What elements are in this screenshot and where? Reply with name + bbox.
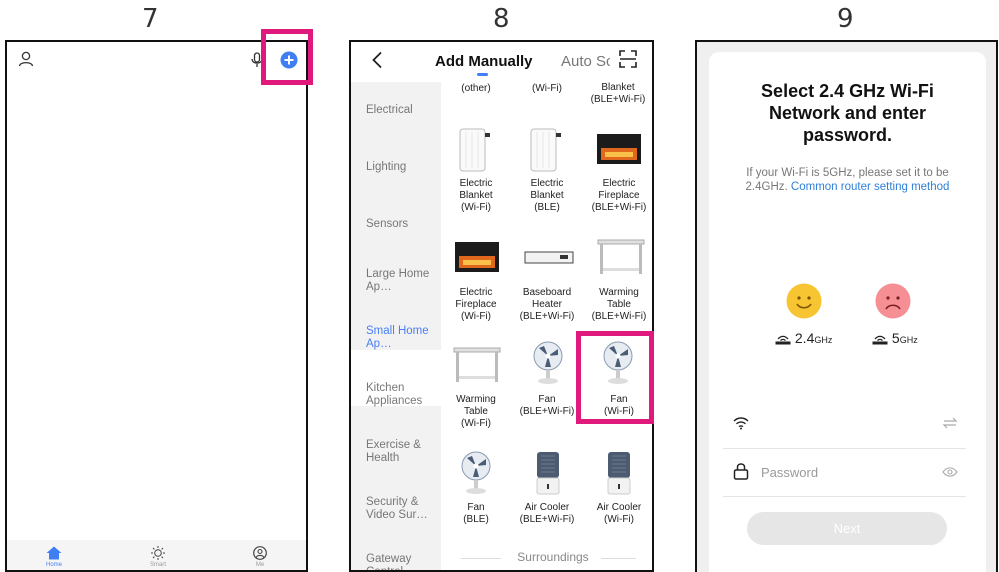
section-divider-left [461, 558, 501, 559]
category-security-video[interactable]: Security & Video Sur… [366, 496, 438, 522]
category-sidebar: Electrical Lighting Sensors Large Home A… [351, 82, 441, 570]
air-cooler-icon [536, 452, 560, 495]
next-button[interactable]: Next [747, 512, 947, 545]
device-label: Warming Table (BLE+Wi-Fi) [591, 287, 647, 322]
bottom-tab-bar: Home Smart Me [7, 540, 306, 570]
fan-icon [533, 341, 563, 384]
switch-arrows-icon[interactable] [942, 417, 958, 429]
tab-smart[interactable]: Smart [138, 546, 178, 568]
category-kitchen-appliances[interactable]: Kitchen Appliances [366, 382, 438, 408]
page-title: Select 2.4 GHz Wi-Fi Network and enter p… [761, 81, 934, 145]
tab-home[interactable]: Home [34, 546, 74, 568]
device-label: Electric Fireplace (Wi-Fi) [455, 287, 497, 322]
scan-icon[interactable] [619, 50, 637, 73]
device-label: Electric Blanket (Wi-Fi) [459, 178, 493, 213]
device-partial-label-1: (other) [461, 83, 491, 94]
device-label: Baseboard Heater (BLE+Wi-Fi) [519, 287, 575, 322]
category-large-home-appliances[interactable]: Large Home Ap… [366, 268, 438, 294]
device-label: Warming Table (Wi-Fi) [456, 394, 496, 429]
tab-auto-scan[interactable]: Auto Sc [561, 53, 610, 70]
wifi-hint: If your Wi-Fi is 5GHz, please set it to … [731, 166, 964, 194]
fireplace-icon [597, 134, 641, 164]
wifi-icon [733, 417, 749, 430]
password-field[interactable]: Password [723, 452, 966, 497]
device-label: Air Cooler (BLE+Wi-Fi) [519, 502, 575, 525]
band-5ghz: 5GHz [872, 330, 918, 346]
tab-me[interactable]: Me [240, 546, 280, 568]
user-icon[interactable] [18, 51, 34, 72]
device-label: Fan (BLE+Wi-Fi) [519, 394, 575, 417]
band-5-unit: GHz [899, 335, 918, 345]
device-partial-label-2: (Wi-Fi) [532, 83, 562, 94]
band-5-value: 5 [891, 330, 900, 346]
router-icon [872, 335, 888, 345]
sun-icon [151, 546, 165, 560]
category-small-home-appliances[interactable]: Small Home Ap… [366, 325, 438, 351]
device-label: Air Cooler (Wi-Fi) [596, 502, 642, 525]
device-label: Fan (BLE) [463, 502, 489, 525]
category-gateway-control[interactable]: Gateway Control [366, 553, 438, 570]
phone-screen-home: Home Smart Me [5, 40, 308, 572]
device-label: Electric Fireplace (BLE+Wi-Fi) [591, 178, 647, 213]
electric-blanket-icon [459, 128, 490, 172]
back-chevron-icon[interactable] [371, 51, 383, 74]
band-24-value: 2.4 [794, 330, 815, 346]
category-lighting[interactable]: Lighting [366, 161, 438, 174]
fireplace-icon [455, 242, 499, 272]
step-number-7: 7 [142, 4, 159, 34]
happy-face-icon [786, 283, 822, 319]
wifi-name-field[interactable] [723, 404, 966, 449]
baseboard-heater-icon [524, 251, 574, 264]
router-icon [775, 335, 791, 345]
step-number-8: 8 [493, 4, 510, 34]
router-setting-link[interactable]: Common router setting method [791, 181, 950, 193]
device-label: Electric Blanket (BLE) [530, 178, 564, 213]
device-partial-label-3: Blanket (BLE+Wi-Fi) [590, 82, 646, 105]
section-title-surroundings: Surroundings [517, 550, 589, 564]
warming-table-icon [597, 239, 645, 274]
password-placeholder: Password [761, 465, 819, 480]
tab-indicator [477, 73, 488, 76]
tab-me-label: Me [255, 562, 265, 568]
step-number-9: 9 [837, 4, 854, 34]
eye-icon[interactable] [942, 466, 958, 478]
highlight-add-button [261, 29, 313, 85]
phone-screen-add-manually: Add Manually Auto Sc Electrical Lighting… [349, 40, 654, 572]
fan-icon [461, 451, 491, 494]
band-24ghz: 2.4GHz [775, 330, 832, 346]
air-cooler-icon [607, 452, 631, 495]
highlight-fan-wifi [576, 331, 654, 424]
wifi-setup-card: Select 2.4 GHz Wi-Fi Network and enter p… [709, 52, 986, 572]
tab-home-label: Home [45, 562, 62, 568]
home-icon [46, 546, 62, 560]
tab-smart-label: Smart [149, 562, 166, 568]
tab-add-manually[interactable]: Add Manually [435, 53, 533, 70]
lock-icon [733, 463, 749, 480]
sad-face-icon [875, 283, 911, 319]
section-divider-right [601, 558, 636, 559]
category-exercise-health[interactable]: Exercise & Health [366, 439, 438, 465]
category-electrical[interactable]: Electrical [366, 104, 438, 117]
phone-screen-wifi-setup: Select 2.4 GHz Wi-Fi Network and enter p… [695, 40, 998, 572]
electric-blanket-icon [530, 128, 561, 172]
band-24-unit: GHz [814, 335, 833, 345]
category-sensors[interactable]: Sensors [366, 218, 438, 231]
user-circle-icon [253, 546, 267, 560]
warming-table-icon [453, 347, 501, 382]
